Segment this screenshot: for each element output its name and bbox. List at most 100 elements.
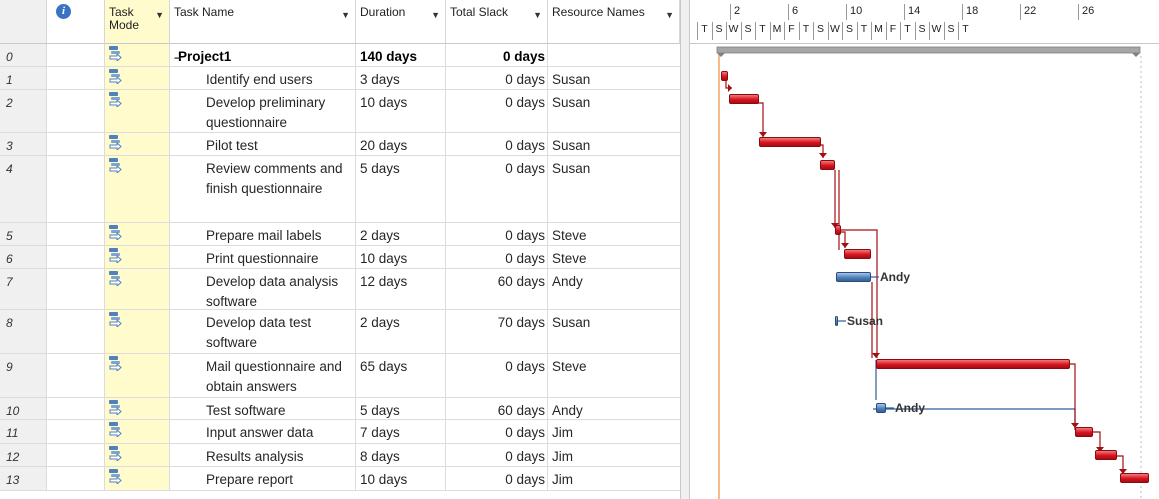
table-row[interactable]: 11 Input answer data 7 days 0 days Jim (0, 420, 680, 444)
resource-names-cell[interactable]: Andy (548, 269, 680, 309)
task-mode-cell[interactable] (105, 269, 170, 309)
total-slack-cell[interactable]: 0 days (446, 156, 548, 222)
row-id[interactable]: 13 (0, 467, 47, 490)
duration-cell[interactable]: 2 days (356, 223, 446, 245)
task-mode-cell[interactable] (105, 246, 170, 268)
task-mode-cell[interactable] (105, 354, 170, 397)
resource-names-cell[interactable]: Susan (548, 90, 680, 132)
indicators-cell[interactable] (47, 444, 105, 466)
select-all-corner[interactable] (0, 0, 47, 44)
total-slack-cell[interactable]: 0 days (446, 133, 548, 155)
task-name-cell[interactable]: Identify end users (170, 67, 356, 89)
row-id[interactable]: 9 (0, 354, 47, 397)
table-row[interactable]: 4 Review comments and finish questionnai… (0, 156, 680, 223)
task-mode-cell[interactable] (105, 420, 170, 443)
resource-names-cell[interactable]: Susan (548, 156, 680, 222)
task-name-cell[interactable]: Test software (170, 398, 356, 419)
total-slack-cell[interactable]: 0 days (446, 223, 548, 245)
row-id[interactable]: 10 (0, 398, 47, 419)
task-mode-cell[interactable] (105, 223, 170, 245)
indicators-cell[interactable] (47, 67, 105, 89)
task-bar[interactable] (836, 272, 871, 282)
indicators-cell[interactable] (47, 398, 105, 419)
total-slack-cell[interactable]: 70 days (446, 310, 548, 353)
resource-names-cell[interactable]: Jim (548, 420, 680, 443)
dropdown-arrow-icon[interactable]: ▼ (665, 10, 674, 20)
critical-task-bar[interactable] (876, 359, 1070, 369)
indicators-cell[interactable] (47, 156, 105, 222)
indicators-cell[interactable] (47, 90, 105, 132)
task-name-cell[interactable]: Review comments and finish questionnaire (170, 156, 356, 222)
duration-cell[interactable]: 7 days (356, 420, 446, 443)
critical-task-bar[interactable] (721, 71, 728, 81)
task-name-cell[interactable]: Develop data test software (170, 310, 356, 353)
indicators-cell[interactable] (47, 44, 105, 66)
task-name-cell[interactable]: Results analysis (170, 444, 356, 466)
resource-names-cell[interactable]: Jim (548, 467, 680, 490)
resource-names-cell[interactable]: Andy (548, 398, 680, 419)
duration-cell[interactable]: 10 days (356, 90, 446, 132)
total-slack-column-header[interactable]: Total Slack ▼ (446, 0, 548, 44)
task-name-cell[interactable]: Prepare mail labels (170, 223, 356, 245)
critical-task-bar[interactable] (1095, 450, 1117, 460)
duration-cell[interactable]: 140 days (356, 44, 446, 66)
row-id[interactable]: 2 (0, 90, 47, 132)
collapse-toggle-icon[interactable]: − (174, 48, 181, 66)
table-row[interactable]: 2 Develop preliminary questionnaire 10 da… (0, 90, 680, 133)
critical-task-bar[interactable] (759, 137, 821, 147)
duration-cell[interactable]: 3 days (356, 67, 446, 89)
task-name-cell[interactable]: Pilot test (170, 133, 356, 155)
task-mode-cell[interactable] (105, 156, 170, 222)
table-row[interactable]: 13 Prepare report 10 days 0 days Jim (0, 467, 680, 491)
duration-column-header[interactable]: Duration ▼ (356, 0, 446, 44)
resource-names-cell[interactable]: Susan (548, 67, 680, 89)
table-row[interactable]: 12 Results analysis 8 days 0 days Jim (0, 444, 680, 467)
resource-names-cell[interactable] (548, 44, 680, 66)
total-slack-cell[interactable]: 0 days (446, 246, 548, 268)
task-name-cell[interactable]: Develop data analysis software (170, 269, 356, 309)
task-name-cell[interactable]: Input answer data (170, 420, 356, 443)
task-name-cell[interactable]: Prepare report (170, 467, 356, 490)
duration-cell[interactable]: 5 days (356, 398, 446, 419)
task-bar[interactable] (876, 403, 886, 413)
resource-names-cell[interactable]: Susan (548, 310, 680, 353)
row-id[interactable]: 8 (0, 310, 47, 353)
indicators-cell[interactable] (47, 133, 105, 155)
task-mode-cell[interactable] (105, 133, 170, 155)
duration-cell[interactable]: 10 days (356, 246, 446, 268)
duration-cell[interactable]: 8 days (356, 444, 446, 466)
total-slack-cell[interactable]: 60 days (446, 398, 548, 419)
task-name-column-header[interactable]: Task Name ▼ (170, 0, 356, 44)
task-mode-cell[interactable] (105, 67, 170, 89)
total-slack-cell[interactable]: 0 days (446, 444, 548, 466)
total-slack-cell[interactable]: 0 days (446, 44, 548, 66)
task-name-cell[interactable]: Print questionnaire (170, 246, 356, 268)
table-row[interactable]: 5 Prepare mail labels 2 days 0 days Steve (0, 223, 680, 246)
indicators-cell[interactable] (47, 246, 105, 268)
task-mode-cell[interactable] (105, 398, 170, 419)
table-row[interactable]: 1 Identify end users 3 days 0 days Susan (0, 67, 680, 90)
resource-names-cell[interactable]: Steve (548, 354, 680, 397)
gantt-chart[interactable]: 2 6 10 14 18 22 26 TSWSTMFTSWSTMFTSWST Andy Sus… (690, 0, 1159, 499)
indicators-cell[interactable] (47, 310, 105, 353)
critical-task-bar[interactable] (820, 160, 835, 170)
task-name-cell[interactable]: Develop preliminary questionnaire (170, 90, 356, 132)
resource-names-cell[interactable]: Susan (548, 133, 680, 155)
duration-cell[interactable]: 5 days (356, 156, 446, 222)
critical-task-bar[interactable] (729, 94, 759, 104)
duration-cell[interactable]: 10 days (356, 467, 446, 490)
resource-names-column-header[interactable]: Resource Names ▼ (548, 0, 680, 44)
duration-cell[interactable]: 20 days (356, 133, 446, 155)
indicators-column-header[interactable]: i (47, 0, 105, 44)
resource-names-cell[interactable]: Steve (548, 246, 680, 268)
dropdown-arrow-icon[interactable]: ▼ (431, 10, 440, 20)
table-row[interactable]: 7 Develop data analysis software 12 days 6… (0, 269, 680, 310)
total-slack-cell[interactable]: 0 days (446, 420, 548, 443)
dropdown-arrow-icon[interactable]: ▼ (155, 10, 164, 20)
row-id[interactable]: 5 (0, 223, 47, 245)
critical-task-bar[interactable] (835, 225, 841, 235)
row-id[interactable]: 1 (0, 67, 47, 89)
total-slack-cell[interactable]: 60 days (446, 269, 548, 309)
duration-cell[interactable]: 65 days (356, 354, 446, 397)
total-slack-cell[interactable]: 0 days (446, 90, 548, 132)
